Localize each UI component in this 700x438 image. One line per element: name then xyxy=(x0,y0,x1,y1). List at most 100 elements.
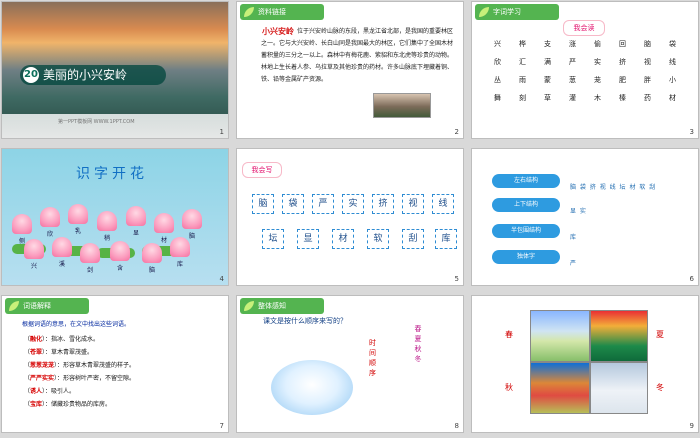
slide-number: 7 xyxy=(219,422,224,430)
lotus-flower[interactable]: 库 xyxy=(170,237,190,268)
autumn-photo xyxy=(530,362,590,414)
slide2-text: 位于兴安岭山脉的东段，黑龙江省北部，是我国的重要林区之一。它与大兴安岭、长白山同… xyxy=(261,28,454,83)
char: 线 xyxy=(669,58,676,66)
leaf-icon xyxy=(244,7,254,17)
slide-thumbnail-1[interactable]: 20 美丽的小兴安岭 第一PPT模板网 WWW.1PPT.COM 1 xyxy=(2,2,228,138)
slide-number: 6 xyxy=(689,275,694,283)
season-label-summer: 夏 xyxy=(656,330,664,339)
slide-number: 4 xyxy=(219,275,224,283)
slide8-photo xyxy=(271,360,353,415)
char: 材 xyxy=(669,94,676,102)
char: 木 xyxy=(594,94,601,102)
slide-thumbnail-3[interactable]: 字词学习 我会读 兴 桦 支 涨 偷 回 脑 袋 欣 汇 满 严 实 挤 视 线… xyxy=(472,2,698,138)
leaf-icon xyxy=(479,7,489,17)
char: 榛 xyxy=(619,94,626,102)
char: 蒙 xyxy=(544,76,551,84)
structure-row: 左右结构脑 袋 挤 视 线 坛 材 软 刮 xyxy=(492,174,656,191)
slide8-question: 课文是按什么顺序来写的？ xyxy=(263,317,347,325)
slide-thumbnail-5[interactable]: 我会写 脑 袋 严 实 挤 视 线 坛 显 材 软 刮 库 5 xyxy=(237,149,463,285)
winter-photo xyxy=(590,362,648,414)
char: 草 xyxy=(544,94,551,102)
lotus-flower[interactable]: 剑 xyxy=(80,243,100,274)
slide-thumbnail-7[interactable]: 词语解释 根据词语的意思，在文中找出这些词语。 （融化）：指冰、雪化成水。 （苍… xyxy=(2,296,228,432)
char: 回 xyxy=(619,40,626,48)
char: 灌 xyxy=(569,94,576,102)
lotus-flower[interactable]: 乳 xyxy=(68,204,88,235)
write-box: 实 xyxy=(342,194,364,214)
vocab-item: （宝库）：储藏珍贵物品的库房。 xyxy=(24,401,112,408)
slide-thumbnail-2[interactable]: 资料链接 小兴安岭 位于兴安岭山脉的东段，黑龙江省北部，是我国的重要林区之一。它… xyxy=(237,2,463,138)
slide3-char-grid: 兴 桦 支 涨 偷 回 脑 袋 欣 汇 满 严 实 挤 视 线 丛 雨 蒙 葱 … xyxy=(485,39,695,103)
slide-number: 2 xyxy=(454,128,459,136)
char: 雨 xyxy=(519,76,526,84)
title-number: 20 xyxy=(23,67,39,83)
write-box: 袋 xyxy=(282,194,304,214)
char: 袋 xyxy=(669,40,676,48)
slide-thumbnail-9[interactable]: 春 夏 秋 冬 9 xyxy=(472,296,698,432)
slide3-header: 字词学习 xyxy=(475,4,559,20)
lotus-flower[interactable]: 兴 xyxy=(24,239,44,270)
char: 实 xyxy=(594,58,601,66)
char: 小 xyxy=(669,76,676,84)
lotus-flower[interactable]: 溪 xyxy=(52,237,72,268)
char: 肥 xyxy=(619,76,626,84)
char: 涨 xyxy=(569,40,576,48)
vocab-item: （苍翠）：草木青翠茂盛。 xyxy=(24,349,94,356)
slide3-sticker: 我会读 xyxy=(563,20,605,36)
lotus-flower[interactable]: 材 xyxy=(154,213,174,244)
season-label-autumn: 秋 xyxy=(505,383,513,392)
lotus-flower[interactable]: 脑 xyxy=(142,243,162,274)
slide-thumbnail-6[interactable]: 左右结构脑 袋 挤 视 线 坛 材 软 刮 上下结构显 实 半包围结构库 独体字… xyxy=(472,149,698,285)
char: 桦 xyxy=(519,40,526,48)
char: 舞 xyxy=(494,94,501,102)
write-box: 显 xyxy=(297,229,319,249)
char: 偷 xyxy=(594,40,601,48)
lotus-flower[interactable]: 含 xyxy=(110,241,130,272)
season-label-spring: 春 xyxy=(505,330,513,339)
lotus-flower[interactable]: 显 xyxy=(126,206,146,237)
slide2-header: 资料链接 xyxy=(240,4,324,20)
spring-photo xyxy=(530,310,590,362)
structure-row: 半包围结构库 xyxy=(492,224,577,241)
slide4-title: 识字开花 xyxy=(76,166,148,182)
char: 支 xyxy=(544,40,551,48)
summer-photo xyxy=(590,310,648,362)
char: 胖 xyxy=(644,76,651,84)
slide-number: 1 xyxy=(219,128,224,136)
char: 视 xyxy=(644,58,651,66)
structure-row: 上下结构显 实 xyxy=(492,198,587,215)
slide7-intro: 根据词语的意思，在文中找出这些词语。 xyxy=(22,321,131,328)
write-box: 严 xyxy=(312,194,334,214)
slide-number: 5 xyxy=(454,275,459,283)
write-box: 挤 xyxy=(372,194,394,214)
slide-number: 3 xyxy=(689,128,694,136)
lotus-flower[interactable]: 稍 xyxy=(97,211,117,242)
char: 茏 xyxy=(594,76,601,84)
write-box: 坛 xyxy=(262,229,284,249)
lotus-flower[interactable]: 欣 xyxy=(40,207,60,238)
slide-thumbnail-8[interactable]: 整体感知 课文是按什么顺序来写的？ 时间顺序 春夏秋冬 8 xyxy=(237,296,463,432)
char: 严 xyxy=(569,58,576,66)
slide7-header: 词语解释 xyxy=(5,298,89,314)
char: 丛 xyxy=(494,76,501,84)
vocab-item: （融化）：指冰、雪化成水。 xyxy=(24,336,100,343)
write-box: 脑 xyxy=(252,194,274,214)
write-box: 刮 xyxy=(402,229,424,249)
landscape-photo xyxy=(373,93,431,118)
slide8-side-text: 时间顺序 xyxy=(369,339,376,377)
vocab-item: （严严实实）：形容树叶严密，不留空隙。 xyxy=(24,375,136,382)
lotus-flower[interactable]: 脑 xyxy=(182,209,202,240)
lotus-flower[interactable]: 侧 xyxy=(12,214,32,245)
structure-row: 独体字严 xyxy=(492,250,577,267)
write-box: 材 xyxy=(332,229,354,249)
leaf-icon xyxy=(9,301,19,311)
leaf-icon xyxy=(244,301,254,311)
slide-thumbnail-4[interactable]: 识字开花 侧 欣 乳 稍 显 材 脑 兴 溪 剑 含 脑 库 4 xyxy=(2,149,228,285)
slide-number: 9 xyxy=(689,422,694,430)
char: 满 xyxy=(544,58,551,66)
slide1-title: 20 美丽的小兴安岭 xyxy=(20,65,166,85)
write-box: 线 xyxy=(432,194,454,214)
char: 兴 xyxy=(494,40,501,48)
slide8-header: 整体感知 xyxy=(240,298,324,314)
char: 挤 xyxy=(619,58,626,66)
